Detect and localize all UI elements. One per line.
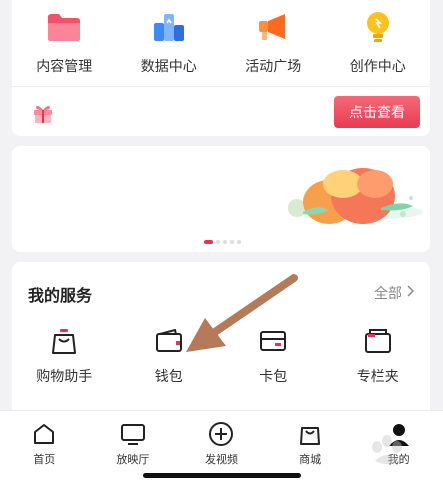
gift-icon bbox=[32, 102, 54, 128]
divider bbox=[12, 86, 430, 87]
service-label: 购物助手 bbox=[36, 369, 93, 385]
carousel-dot bbox=[223, 240, 227, 244]
wallet-icon bbox=[155, 326, 183, 356]
creator-tools-card: 内容管理 数据中心 活动广场 创作中心 点击查看 bbox=[12, 0, 430, 136]
promo-banner[interactable] bbox=[12, 146, 430, 252]
shopping-bag-icon bbox=[51, 326, 77, 356]
view-all-label: 全部 bbox=[374, 286, 402, 302]
carousel-dot bbox=[230, 240, 234, 244]
nav-label: 首页 bbox=[33, 453, 56, 466]
tool-data-center[interactable]: 数据中心 bbox=[117, 10, 222, 76]
megaphone-icon bbox=[253, 10, 293, 44]
tool-content-management[interactable]: 内容管理 bbox=[12, 10, 117, 76]
service-wallet[interactable]: 钱包 bbox=[117, 326, 222, 386]
home-indicator[interactable] bbox=[143, 473, 301, 478]
service-label: 卡包 bbox=[259, 369, 288, 385]
service-label: 专栏夹 bbox=[356, 369, 399, 385]
nav-post-video[interactable]: 发视频 bbox=[177, 421, 266, 467]
view-now-button[interactable]: 点击查看 bbox=[334, 96, 420, 128]
tool-label: 内容管理 bbox=[36, 59, 93, 75]
services-row: 购物助手 钱包 卡包 专栏夹 bbox=[12, 326, 430, 386]
service-label: 钱包 bbox=[154, 369, 183, 385]
carousel-dot bbox=[216, 240, 220, 244]
tool-label: 数据中心 bbox=[140, 59, 197, 75]
tool-creation-center[interactable]: 创作中心 bbox=[326, 10, 431, 76]
carousel-indicator bbox=[204, 240, 241, 244]
creator-tools-row: 内容管理 数据中心 活动广场 创作中心 bbox=[12, 10, 430, 76]
tool-label: 活动广场 bbox=[245, 59, 302, 75]
service-shopping-assistant[interactable]: 购物助手 bbox=[12, 326, 117, 386]
section-title: 我的服务 bbox=[28, 286, 93, 305]
nav-label: 发视频 bbox=[204, 453, 238, 466]
tool-activity-square[interactable]: 活动广场 bbox=[221, 10, 326, 76]
chevron-right-icon bbox=[406, 285, 415, 301]
tv-icon bbox=[120, 421, 146, 447]
service-card-holder[interactable]: 卡包 bbox=[221, 326, 326, 386]
nav-mall[interactable]: 商城 bbox=[266, 421, 355, 467]
data-chart-icon bbox=[149, 10, 189, 44]
nav-home[interactable]: 首页 bbox=[0, 421, 89, 467]
watermark-logo bbox=[363, 431, 433, 475]
view-all-link[interactable]: 全部 bbox=[374, 283, 415, 303]
my-services-card: 我的服务 全部 购物助手 钱包 卡包 专栏夹 bbox=[12, 262, 430, 412]
card-holder-icon bbox=[259, 326, 287, 356]
lightbulb-icon bbox=[358, 10, 398, 44]
carousel-dot bbox=[237, 240, 241, 244]
tool-label: 创作中心 bbox=[349, 59, 406, 75]
service-column-folder[interactable]: 专栏夹 bbox=[326, 326, 431, 386]
bottom-navigation: 首页 放映厅 发视频 商城 我的 bbox=[0, 410, 443, 484]
carousel-dot bbox=[204, 240, 213, 244]
fruit-banner-image bbox=[277, 154, 423, 240]
folder-icon bbox=[44, 10, 84, 44]
nav-screening-hall[interactable]: 放映厅 bbox=[89, 421, 178, 467]
add-video-icon bbox=[208, 421, 234, 447]
nav-label: 放映厅 bbox=[116, 453, 150, 466]
home-icon bbox=[32, 421, 56, 447]
column-folder-icon bbox=[364, 326, 392, 356]
mall-bag-icon bbox=[298, 421, 322, 447]
nav-label: 商城 bbox=[299, 453, 322, 466]
